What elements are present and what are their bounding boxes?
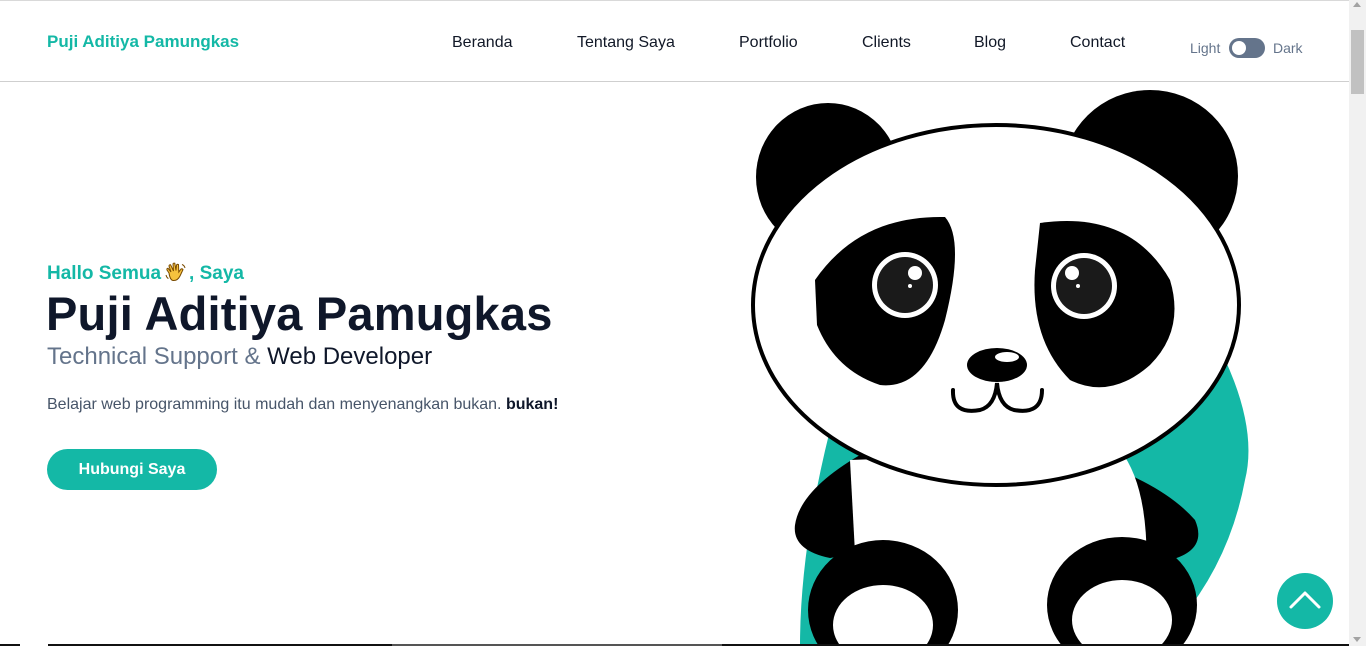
toggle-knob (1232, 41, 1246, 55)
scroll-down-arrow-icon[interactable] (1353, 637, 1361, 642)
scroll-up-arrow-icon[interactable] (1353, 2, 1361, 7)
hero-description: Belajar web programming itu mudah dan me… (47, 396, 558, 414)
chevron-up-icon (1289, 591, 1321, 609)
hero-role: Technical Support & Web Developer (47, 343, 432, 371)
page-scrollbar[interactable] (1349, 0, 1366, 646)
greeting-prefix: Hallo Semua (47, 263, 162, 284)
theme-dark-label: Dark (1273, 40, 1303, 56)
description-emphasis: bukan! (505, 396, 559, 413)
scrollbar-thumb[interactable] (1351, 30, 1364, 94)
nav-link-blog[interactable]: Blog (974, 34, 1006, 52)
nav-link-beranda[interactable]: Beranda (452, 34, 513, 52)
nav-link-tentang-saya[interactable]: Tentang Saya (577, 34, 675, 52)
nav-link-contact[interactable]: Contact (1070, 34, 1125, 52)
hero-greeting: Hallo Semua , Saya (47, 262, 244, 285)
description-text: Belajar web programming itu mudah dan me… (47, 396, 502, 413)
waving-hand-icon (165, 262, 187, 282)
panda-illustration-icon (740, 80, 1300, 651)
greeting-suffix: , Saya (189, 263, 244, 284)
brand-logo-link[interactable]: Puji Aditiya Pamungkas (47, 32, 239, 52)
role-primary: Technical Support & (47, 343, 261, 370)
nav-link-portfolio[interactable]: Portfolio (739, 34, 798, 52)
theme-toggle-switch[interactable] (1229, 38, 1265, 58)
nav-link-clients[interactable]: Clients (862, 34, 911, 52)
navbar: Puji Aditiya Pamungkas Beranda Tentang S… (0, 1, 1349, 82)
theme-light-label: Light (1190, 40, 1221, 56)
hero-name-heading: Puji Aditiya Pamugkas (46, 287, 553, 340)
back-to-top-button[interactable] (1277, 573, 1333, 629)
role-secondary: Web Developer (267, 343, 433, 370)
contact-me-button[interactable]: Hubungi Saya (47, 449, 217, 490)
